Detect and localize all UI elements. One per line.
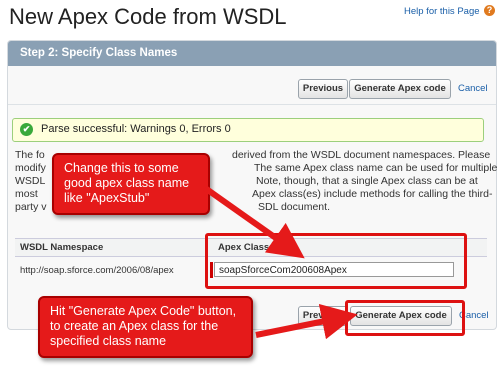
annotation-arrows bbox=[203, 185, 358, 340]
arrow-to-generate bbox=[255, 303, 358, 340]
arrow-to-input bbox=[203, 185, 305, 259]
